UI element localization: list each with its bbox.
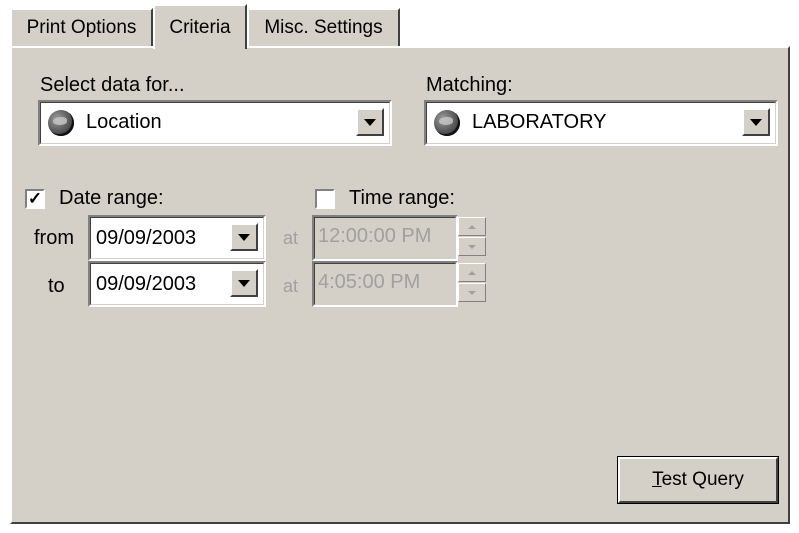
time-range-label: Time range: — [349, 187, 455, 209]
tab-criteria-label: Criteria — [169, 16, 231, 38]
matching-dropdown[interactable]: LABORATORY — [424, 100, 778, 146]
arrow-down-icon — [468, 244, 476, 249]
to-time-spin-up[interactable] — [458, 263, 486, 282]
from-time-value: 12:00:00 PM — [318, 225, 432, 247]
globe-icon — [48, 110, 74, 136]
matching-value: LABORATORY — [472, 111, 607, 133]
arrow-down-icon — [468, 290, 476, 295]
to-date-picker[interactable]: 09/09/2003 — [88, 261, 266, 307]
from-at-label: at — [283, 228, 299, 248]
test-query-mnemonic: T — [652, 469, 662, 490]
select-data-dropdown[interactable]: Location — [38, 100, 392, 146]
test-query-label: Test Query — [652, 469, 744, 491]
to-date-value: 09/09/2003 — [96, 273, 197, 295]
to-date-dropdown-button[interactable] — [230, 269, 258, 297]
to-time-spin-down[interactable] — [458, 283, 486, 302]
tab-criteria[interactable]: Criteria — [153, 4, 247, 49]
chevron-down-icon — [364, 118, 376, 126]
from-time-field[interactable]: 12:00:00 PM — [312, 215, 458, 261]
arrow-up-icon — [468, 270, 476, 275]
tab-misc-settings-label: Misc. Settings — [264, 17, 383, 38]
tab-print-options-label: Print Options — [26, 17, 137, 38]
test-query-label-rest: est Query — [661, 469, 744, 490]
from-time-spin-down[interactable] — [458, 237, 486, 256]
select-data-dropdown-button[interactable] — [356, 108, 384, 136]
matching-dropdown-button[interactable] — [742, 108, 770, 136]
from-time-spin-up[interactable] — [458, 217, 486, 236]
matching-label: Matching: — [426, 74, 513, 96]
from-date-picker[interactable]: 09/09/2003 — [88, 215, 266, 261]
test-query-button[interactable]: Test Query — [617, 456, 779, 504]
select-data-label: Select data for... — [40, 74, 185, 96]
chevron-down-icon — [750, 118, 762, 126]
globe-icon — [434, 110, 460, 136]
from-date-dropdown-button[interactable] — [230, 223, 258, 251]
to-label: to — [48, 275, 65, 297]
tab-print-options[interactable]: Print Options — [10, 8, 153, 46]
chevron-down-icon — [238, 279, 250, 287]
chevron-down-icon — [238, 233, 250, 241]
to-at-label: at — [283, 276, 299, 296]
to-time-field[interactable]: 4:05:00 PM — [312, 261, 458, 307]
date-range-checkbox[interactable]: ✓ — [25, 189, 45, 209]
tab-misc-settings[interactable]: Misc. Settings — [247, 8, 400, 46]
from-label: from — [34, 227, 74, 249]
from-date-value: 09/09/2003 — [96, 227, 197, 249]
to-time-value: 4:05:00 PM — [318, 271, 421, 293]
time-range-checkbox[interactable] — [315, 189, 335, 209]
arrow-up-icon — [468, 224, 476, 229]
select-data-value: Location — [86, 111, 162, 133]
date-range-label: Date range: — [59, 187, 164, 209]
